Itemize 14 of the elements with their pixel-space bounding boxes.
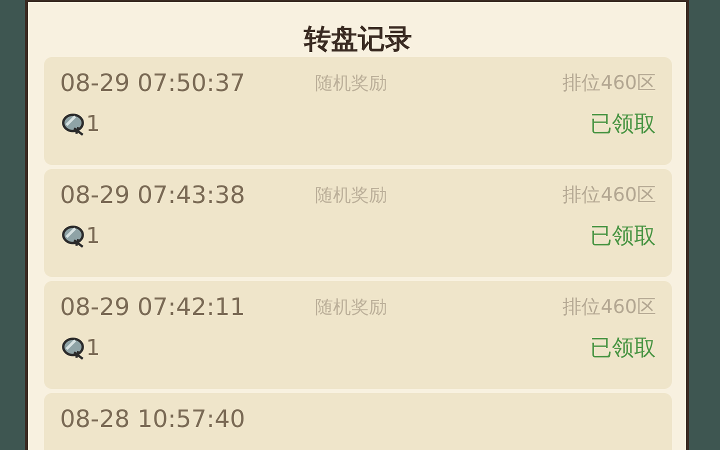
reward-amount: 1: [86, 112, 100, 136]
reward-amount: 1: [86, 224, 100, 248]
reward-amount: 1: [86, 336, 100, 360]
server-zone: 排位460区: [562, 295, 656, 320]
claim-status: 已领取: [590, 335, 656, 363]
server-zone: 排位460区: [562, 183, 656, 208]
dialog-title: 转盘记录: [302, 23, 413, 57]
claim-status: 已领取: [590, 223, 656, 251]
record-time: 08-29 07:50:37: [60, 69, 246, 97]
record-time: 08-28 10:57:40: [60, 405, 246, 433]
claim-status: 已领取: [590, 111, 656, 139]
server-zone: 排位460区: [562, 71, 656, 96]
record-time: 08-29 07:42:11: [60, 293, 246, 321]
record-time: 08-29 07:43:38: [60, 181, 246, 209]
